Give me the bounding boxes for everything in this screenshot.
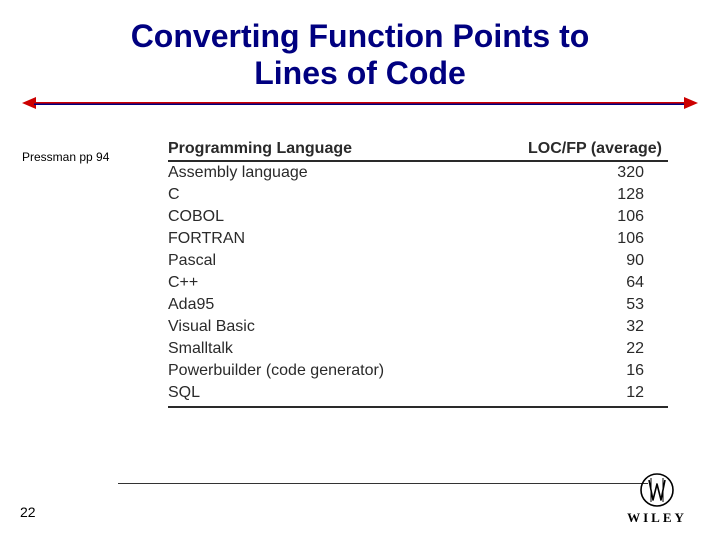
wiley-mark-icon bbox=[639, 472, 675, 508]
cell-locfp: 128 bbox=[518, 186, 668, 204]
header-language: Programming Language bbox=[168, 140, 518, 158]
table-row: Smalltalk22 bbox=[168, 338, 668, 360]
publisher-name: WILEY bbox=[616, 510, 698, 526]
cell-locfp: 32 bbox=[518, 318, 668, 336]
citation-text: Pressman pp 94 bbox=[22, 150, 109, 164]
table-row: C++64 bbox=[168, 272, 668, 294]
table-row: Powerbuilder (code generator)16 bbox=[168, 360, 668, 382]
cell-locfp: 53 bbox=[518, 296, 668, 314]
cell-locfp: 106 bbox=[518, 208, 668, 226]
cell-language: Smalltalk bbox=[168, 340, 518, 358]
cell-language: COBOL bbox=[168, 208, 518, 226]
cell-language: Powerbuilder (code generator) bbox=[168, 362, 518, 380]
table-row: SQL12 bbox=[168, 382, 668, 404]
cell-locfp: 106 bbox=[518, 230, 668, 248]
table-row: Visual Basic32 bbox=[168, 316, 668, 338]
cell-locfp: 320 bbox=[518, 164, 668, 182]
table-row: Assembly language320 bbox=[168, 162, 668, 184]
cell-locfp: 12 bbox=[518, 384, 668, 402]
table-row: C128 bbox=[168, 184, 668, 206]
cell-language: Visual Basic bbox=[168, 318, 518, 336]
cell-language: C++ bbox=[168, 274, 518, 292]
cell-language: Ada95 bbox=[168, 296, 518, 314]
cell-locfp: 16 bbox=[518, 362, 668, 380]
title-line-2: Lines of Code bbox=[254, 55, 466, 91]
cell-locfp: 22 bbox=[518, 340, 668, 358]
arrow-right-icon bbox=[684, 97, 698, 109]
table-row: Ada9553 bbox=[168, 294, 668, 316]
table-row: Pascal90 bbox=[168, 250, 668, 272]
page-number: 22 bbox=[20, 504, 36, 520]
title-line-1: Converting Function Points to bbox=[131, 18, 590, 54]
table-row: COBOL106 bbox=[168, 206, 668, 228]
cell-language: Pascal bbox=[168, 252, 518, 270]
cell-language: FORTRAN bbox=[168, 230, 518, 248]
slide-title: Converting Function Points to Lines of C… bbox=[0, 0, 720, 96]
table-body: Assembly language320C128COBOL106FORTRAN1… bbox=[168, 162, 668, 404]
title-divider bbox=[22, 98, 698, 110]
cell-locfp: 64 bbox=[518, 274, 668, 292]
publisher-logo: WILEY bbox=[616, 472, 698, 526]
table-footer-line bbox=[168, 406, 668, 408]
loc-fp-table: Programming Language LOC/FP (average) As… bbox=[168, 140, 668, 408]
cell-locfp: 90 bbox=[518, 252, 668, 270]
cell-language: Assembly language bbox=[168, 164, 518, 182]
cell-language: C bbox=[168, 186, 518, 204]
cell-language: SQL bbox=[168, 384, 518, 402]
footer-rule bbox=[118, 483, 648, 484]
divider-line bbox=[34, 102, 686, 105]
table-header: Programming Language LOC/FP (average) bbox=[168, 140, 668, 162]
content-area: Pressman pp 94 Programming Language LOC/… bbox=[0, 140, 720, 408]
table-row: FORTRAN106 bbox=[168, 228, 668, 250]
header-locfp: LOC/FP (average) bbox=[518, 140, 668, 158]
